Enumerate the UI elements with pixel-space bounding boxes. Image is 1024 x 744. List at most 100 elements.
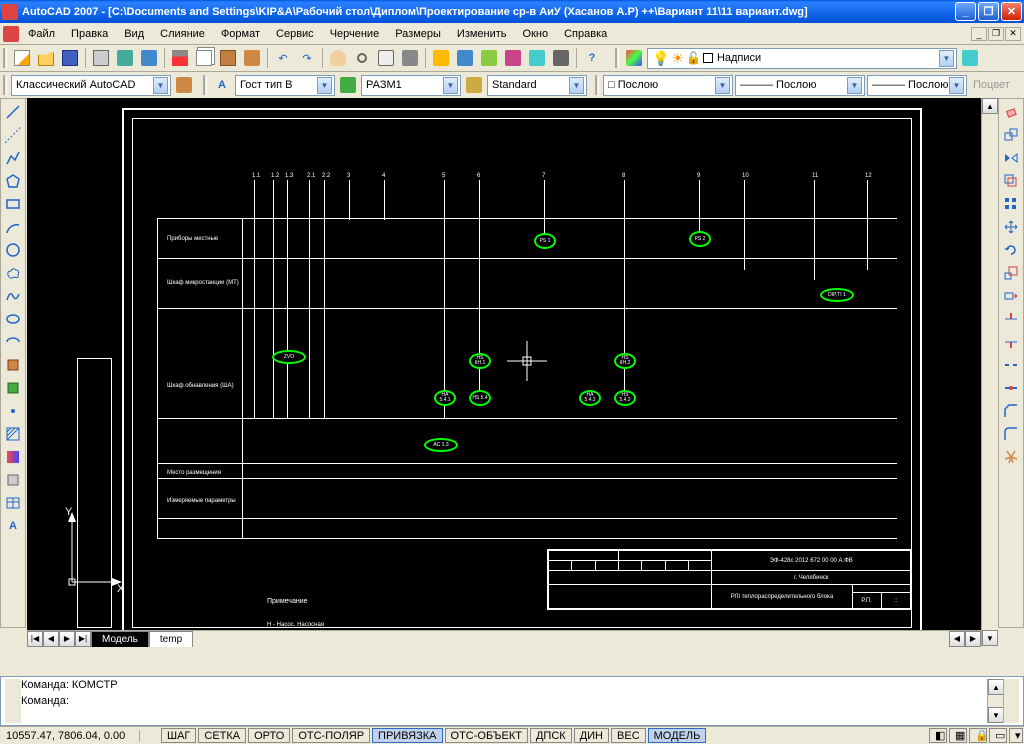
plot-button[interactable] (90, 47, 112, 69)
markup-button[interactable] (526, 47, 548, 69)
line-tool[interactable] (2, 101, 24, 123)
spline-tool[interactable] (2, 285, 24, 307)
menu-tools[interactable]: Сервис (269, 26, 321, 42)
model-toggle[interactable]: МОДЕЛЬ (648, 728, 707, 743)
maximize-button[interactable]: ❐ (978, 2, 999, 21)
tablestyle-dropdown[interactable]: Standard▼ (487, 75, 587, 96)
menu-draw[interactable]: Черчение (323, 26, 387, 42)
table-tool[interactable] (2, 492, 24, 514)
grip[interactable] (3, 48, 7, 68)
join-tool[interactable] (1000, 377, 1022, 399)
first-tab-button[interactable]: |◀ (27, 631, 43, 647)
scale-tool[interactable] (1000, 262, 1022, 284)
publish-button[interactable] (138, 47, 160, 69)
hscrollbar[interactable]: |◀ ◀ ▶ ▶| Модель temp ◀ ▶ (27, 630, 981, 646)
polar-toggle[interactable]: ОТС-ПОЛЯР (292, 728, 370, 743)
undo-button[interactable]: ↶ (272, 47, 294, 69)
doc-restore[interactable]: ❐ (988, 27, 1004, 41)
status-icon[interactable]: ▦ (949, 728, 967, 743)
tablestyle-button[interactable] (463, 74, 485, 96)
ellipse-arc-tool[interactable] (2, 331, 24, 353)
toolpalettes-button[interactable] (478, 47, 500, 69)
status-icon[interactable]: ▭ (989, 728, 1007, 743)
status-lock-icon[interactable]: 🔒 (969, 728, 987, 743)
color-dropdown[interactable]: □ Послою▼ (603, 75, 733, 96)
copy-tool[interactable] (1000, 124, 1022, 146)
break-tool[interactable] (1000, 354, 1022, 376)
open-button[interactable] (35, 47, 57, 69)
make-block-tool[interactable] (2, 377, 24, 399)
menu-edit[interactable]: Правка (64, 26, 115, 42)
zoom-button[interactable] (351, 47, 373, 69)
grip[interactable] (595, 75, 599, 95)
vscrollbar[interactable]: ▲ ▼ (981, 98, 997, 646)
grip[interactable] (203, 75, 207, 95)
close-button[interactable]: ✕ (1001, 2, 1022, 21)
workspace-dropdown[interactable]: Классический AutoCAD▼ (11, 75, 171, 96)
extend-tool[interactable] (1000, 331, 1022, 353)
drawing-canvas[interactable]: 1.1 1.2 1.3 2.1 2.2 3 4 5 6 7 8 9 10 11 … (27, 98, 997, 646)
doc-minimize[interactable]: _ (971, 27, 987, 41)
redo-button[interactable]: ↷ (296, 47, 318, 69)
otrack-toggle[interactable]: ОТС-ОБЪЕКТ (445, 728, 528, 743)
snap-toggle[interactable]: ШАГ (161, 728, 196, 743)
calc-button[interactable] (550, 47, 572, 69)
polyline-tool[interactable] (2, 147, 24, 169)
menu-view[interactable]: Вид (117, 26, 151, 42)
status-tray-icon[interactable]: ▾ (1009, 728, 1023, 743)
menu-window[interactable]: Окно (516, 26, 556, 42)
scroll-down-button[interactable]: ▼ (982, 630, 998, 646)
chamfer-tool[interactable] (1000, 400, 1022, 422)
stretch-tool[interactable] (1000, 285, 1022, 307)
fillet-tool[interactable] (1000, 423, 1022, 445)
ducs-toggle[interactable]: ДПСК (530, 728, 572, 743)
match-button[interactable] (241, 47, 263, 69)
construction-line-tool[interactable] (2, 124, 24, 146)
copy-button[interactable] (193, 47, 215, 69)
textstyle-dropdown[interactable]: Гост тип В▼ (235, 75, 335, 96)
tab-temp[interactable]: temp (149, 631, 193, 647)
menu-file[interactable]: Файл (21, 26, 62, 42)
doc-close[interactable]: ✕ (1005, 27, 1021, 41)
hatch-tool[interactable] (2, 423, 24, 445)
menu-modify[interactable]: Изменить (450, 26, 514, 42)
cmd-scroll-down[interactable]: ▼ (988, 707, 1004, 723)
insert-block-tool[interactable] (2, 354, 24, 376)
move-tool[interactable] (1000, 216, 1022, 238)
grid-toggle[interactable]: СЕТКА (198, 728, 246, 743)
scroll-up-button[interactable]: ▲ (982, 98, 998, 114)
lineweight-dropdown[interactable]: ——— Послою▼ (867, 75, 967, 96)
workspace-settings-button[interactable] (173, 74, 195, 96)
dimstyle-button[interactable] (337, 74, 359, 96)
properties-button[interactable] (430, 47, 452, 69)
help-button[interactable]: ? (581, 47, 603, 69)
textstyle-button[interactable]: A (211, 74, 233, 96)
menu-merge[interactable]: Слияние (153, 26, 212, 42)
array-tool[interactable] (1000, 193, 1022, 215)
layer-prev-button[interactable] (959, 47, 981, 69)
preview-button[interactable] (114, 47, 136, 69)
menu-format[interactable]: Формат (214, 26, 267, 42)
scroll-right-button[interactable]: ▶ (965, 631, 981, 647)
mirror-tool[interactable] (1000, 147, 1022, 169)
command-line[interactable]: Команда: КОМСТР Команда: ▲ ▼ (0, 676, 1024, 726)
rectangle-tool[interactable] (2, 193, 24, 215)
coordinates[interactable]: 10557.47, 7806.04, 0.00 (0, 730, 140, 742)
status-icon[interactable]: ◧ (929, 728, 947, 743)
dimstyle-dropdown[interactable]: РАЗМ1▼ (361, 75, 461, 96)
zoom-prev-button[interactable] (399, 47, 421, 69)
ellipse-tool[interactable] (2, 308, 24, 330)
trim-tool[interactable] (1000, 308, 1022, 330)
tab-model[interactable]: Модель (91, 631, 149, 647)
menu-dimension[interactable]: Размеры (388, 26, 448, 42)
linetype-dropdown[interactable]: ——— Послою▼ (735, 75, 865, 96)
rotate-tool[interactable] (1000, 239, 1022, 261)
layer-manager-button[interactable] (623, 47, 645, 69)
save-button[interactable] (59, 47, 81, 69)
last-tab-button[interactable]: ▶| (75, 631, 91, 647)
region-tool[interactable] (2, 469, 24, 491)
polygon-tool[interactable] (2, 170, 24, 192)
cut-button[interactable] (169, 47, 191, 69)
next-tab-button[interactable]: ▶ (59, 631, 75, 647)
prev-tab-button[interactable]: ◀ (43, 631, 59, 647)
